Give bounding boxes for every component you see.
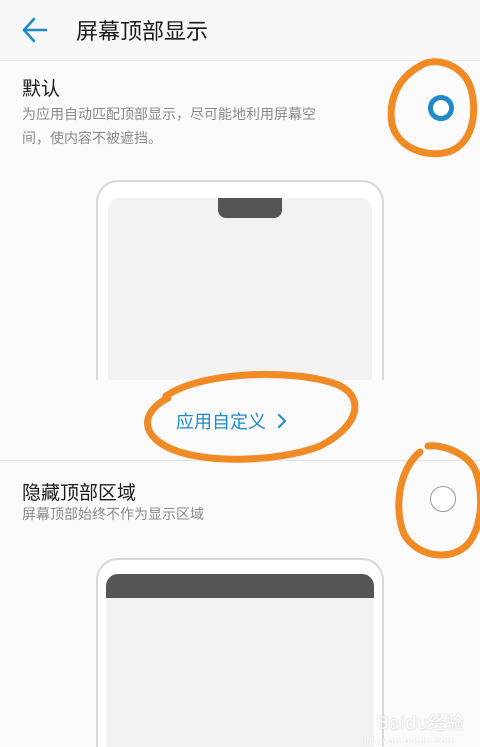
phone-preview-notch — [96, 180, 384, 380]
option-default-title: 默认 — [22, 78, 61, 100]
top-app-bar: 屏幕顶部显示 — [0, 0, 480, 61]
radio-default-selected[interactable] — [428, 95, 454, 121]
notch — [218, 198, 282, 218]
option-hide-title: 隐藏顶部区域 — [22, 482, 137, 504]
divider — [0, 460, 480, 461]
hidden-top-area — [106, 574, 374, 598]
option-hide-desc: 屏幕顶部始终不作为显示区域 — [22, 507, 204, 523]
watermark-url: jingyan.baidu.com — [363, 736, 456, 747]
option-default-desc-line1: 为应用自动匹配顶部显示，尽可能地利用屏幕空 — [22, 107, 316, 123]
option-default-desc-line2: 间，使内容不被遮挡。 — [22, 131, 162, 147]
phone-screen — [108, 198, 372, 380]
radio-hide-unselected[interactable] — [430, 486, 456, 512]
app-custom-label: 应用自定义 — [176, 412, 266, 433]
page-title: 屏幕顶部显示 — [76, 20, 209, 45]
app-custom-link[interactable]: 应用自定义 — [176, 406, 288, 436]
chevron-right-icon — [278, 414, 286, 428]
watermark-logo: Baidu经验 — [376, 713, 464, 734]
phone-screen — [106, 574, 374, 747]
phone-preview-hidden-top — [96, 558, 384, 747]
arrow-left-icon[interactable] — [16, 10, 58, 50]
